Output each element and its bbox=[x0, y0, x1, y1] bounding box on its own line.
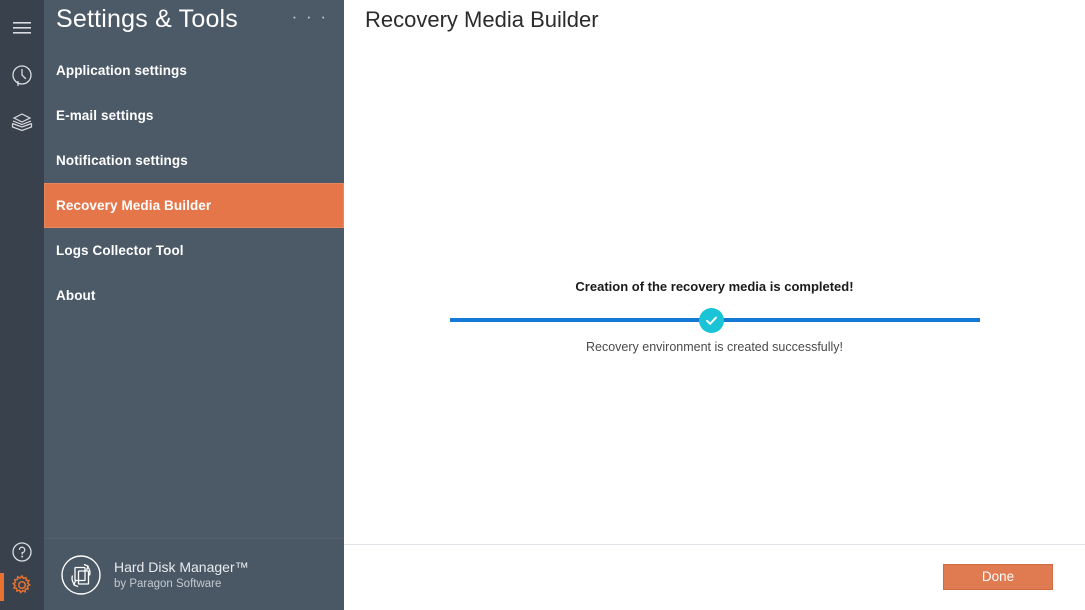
sidebar-item-application-settings[interactable]: Application settings bbox=[44, 48, 344, 93]
done-button[interactable]: Done bbox=[943, 564, 1053, 590]
hamburger-menu-icon[interactable] bbox=[0, 10, 44, 46]
sidebar-item-label: Logs Collector Tool bbox=[56, 243, 184, 258]
help-question-icon[interactable] bbox=[0, 534, 44, 570]
sidebar-item-notification-settings[interactable]: Notification settings bbox=[44, 138, 344, 183]
sidebar-item-label: E-mail settings bbox=[56, 108, 154, 123]
sidebar-item-logs-collector-tool[interactable]: Logs Collector Tool bbox=[44, 228, 344, 273]
sidebar-item-label: Notification settings bbox=[56, 153, 188, 168]
product-branding: Hard Disk Manager™ by Paragon Software bbox=[44, 538, 344, 610]
settings-gear-button[interactable] bbox=[0, 570, 44, 604]
page-title: Recovery Media Builder bbox=[365, 7, 599, 32]
sidebar-nav: Application settings E-mail settings Not… bbox=[44, 48, 344, 318]
main-body: Creation of the recovery media is comple… bbox=[344, 46, 1085, 544]
overflow-menu-icon[interactable]: · · · bbox=[292, 4, 328, 28]
history-clock-icon[interactable] bbox=[0, 58, 44, 94]
icon-rail bbox=[0, 0, 44, 610]
main-header: Recovery Media Builder bbox=[344, 0, 1085, 46]
progress-status-block: Creation of the recovery media is comple… bbox=[344, 278, 1085, 356]
sidebar-item-about[interactable]: About bbox=[44, 273, 344, 318]
sidebar-item-label: Recovery Media Builder bbox=[56, 198, 212, 213]
progress-subtext: Recovery environment is created successf… bbox=[585, 340, 844, 354]
sidebar-title: Settings & Tools bbox=[56, 5, 239, 33]
success-check-icon bbox=[699, 308, 724, 333]
progress-bar bbox=[344, 304, 1085, 336]
disk-stack-icon[interactable] bbox=[0, 104, 44, 140]
main-content: Recovery Media Builder Creation of the r… bbox=[344, 0, 1085, 610]
rail-bottom-group bbox=[0, 534, 44, 610]
sidebar-item-recovery-media-builder[interactable]: Recovery Media Builder bbox=[44, 183, 344, 228]
brand-text-group: Hard Disk Manager™ by Paragon Software bbox=[114, 558, 249, 592]
settings-sidebar: Settings & Tools · · · Application setti… bbox=[44, 0, 344, 610]
sidebar-item-label: About bbox=[56, 288, 96, 303]
active-indicator-bar bbox=[0, 573, 4, 601]
paragon-circle-logo-icon bbox=[60, 554, 102, 596]
sidebar-header: Settings & Tools · · · bbox=[44, 0, 344, 46]
brand-product-name: Hard Disk Manager™ bbox=[114, 558, 249, 575]
application-window: Settings & Tools · · · Application setti… bbox=[0, 0, 1085, 610]
brand-vendor-name: by Paragon Software bbox=[114, 577, 222, 590]
settings-gear-icon bbox=[11, 574, 33, 601]
progress-caption: Creation of the recovery media is comple… bbox=[575, 279, 854, 294]
sidebar-filler bbox=[44, 318, 344, 538]
sidebar-item-label: Application settings bbox=[56, 63, 188, 78]
main-footer: Done bbox=[344, 544, 1085, 610]
sidebar-item-email-settings[interactable]: E-mail settings bbox=[44, 93, 344, 138]
